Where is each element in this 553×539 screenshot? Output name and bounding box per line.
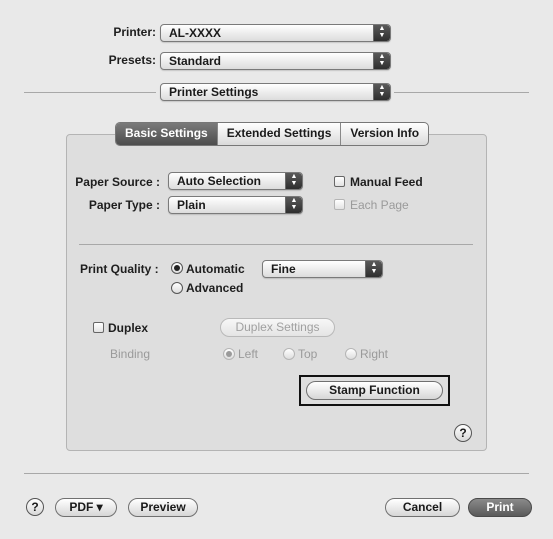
binding-top-radio[interactable]: [283, 348, 295, 360]
binding-right-radio[interactable]: [345, 348, 357, 360]
duplex-label: Duplex: [108, 321, 149, 335]
up-down-arrows-icon: ▲ ▼: [373, 84, 390, 100]
printer-popup-value: AL-XXXX: [169, 26, 222, 40]
manual-feed-checkbox[interactable]: [334, 176, 345, 187]
print-button[interactable]: Print: [468, 498, 532, 517]
paper-source-label: Paper Source :: [75, 175, 160, 189]
duplex-checkbox[interactable]: [93, 322, 104, 333]
pane-popup-value: Printer Settings: [169, 85, 259, 99]
up-down-arrows-icon: ▲ ▼: [373, 25, 390, 41]
binding-right-label: Right: [360, 347, 389, 361]
quality-value: Fine: [271, 262, 296, 276]
paper-source-popup[interactable]: Auto Selection ▲ ▼: [168, 172, 303, 190]
binding-label: Binding: [110, 347, 151, 361]
paper-type-label: Paper Type :: [88, 198, 160, 212]
presets-popup[interactable]: Standard ▲ ▼: [160, 52, 391, 70]
duplex-settings-button[interactable]: Duplex Settings: [220, 318, 335, 337]
automatic-radio[interactable]: [171, 262, 183, 274]
cancel-button[interactable]: Cancel: [385, 498, 460, 517]
pdf-menu-button[interactable]: PDF ▾: [55, 498, 117, 517]
each-page-checkbox[interactable]: [334, 199, 345, 210]
binding-left-radio[interactable]: [223, 348, 235, 360]
binding-left-label: Left: [238, 347, 259, 361]
advanced-label: Advanced: [186, 281, 244, 295]
tab-extended-settings[interactable]: Extended Settings: [218, 123, 342, 145]
help-icon[interactable]: ?: [454, 424, 472, 442]
quality-popup[interactable]: Fine ▲ ▼: [262, 260, 383, 278]
presets-label: Presets:: [108, 53, 156, 67]
manual-feed-label: Manual Feed: [350, 175, 423, 189]
up-down-arrows-icon: ▲ ▼: [285, 197, 302, 213]
footer-separator: [24, 473, 529, 474]
up-down-arrows-icon: ▲ ▼: [373, 53, 390, 69]
each-page-label: Each Page: [350, 198, 409, 212]
tab-version-info[interactable]: Version Info: [341, 123, 428, 145]
pane-popup[interactable]: Printer Settings ▲ ▼: [160, 83, 391, 101]
advanced-radio[interactable]: [171, 282, 183, 294]
tab-bar: Basic Settings Extended Settings Version…: [115, 122, 430, 146]
paper-source-value: Auto Selection: [177, 174, 262, 188]
pane-separator-left: [24, 92, 156, 93]
pane-separator-right: [394, 92, 529, 93]
stamp-function-button[interactable]: Stamp Function: [306, 381, 443, 400]
up-down-arrows-icon: ▲ ▼: [365, 261, 382, 277]
automatic-label: Automatic: [186, 262, 245, 276]
paper-type-popup[interactable]: Plain ▲ ▼: [168, 196, 303, 214]
tab-basic-settings[interactable]: Basic Settings: [116, 123, 218, 145]
binding-top-label: Top: [298, 347, 318, 361]
footer-help-icon[interactable]: ?: [26, 498, 44, 516]
section-separator: [79, 244, 473, 245]
print-quality-label: Print Quality :: [80, 262, 159, 276]
printer-label: Printer:: [113, 25, 156, 39]
preview-button[interactable]: Preview: [128, 498, 198, 517]
printer-popup[interactable]: AL-XXXX ▲ ▼: [160, 24, 391, 42]
paper-type-value: Plain: [177, 198, 206, 212]
presets-popup-value: Standard: [169, 54, 222, 68]
up-down-arrows-icon: ▲ ▼: [285, 173, 302, 189]
